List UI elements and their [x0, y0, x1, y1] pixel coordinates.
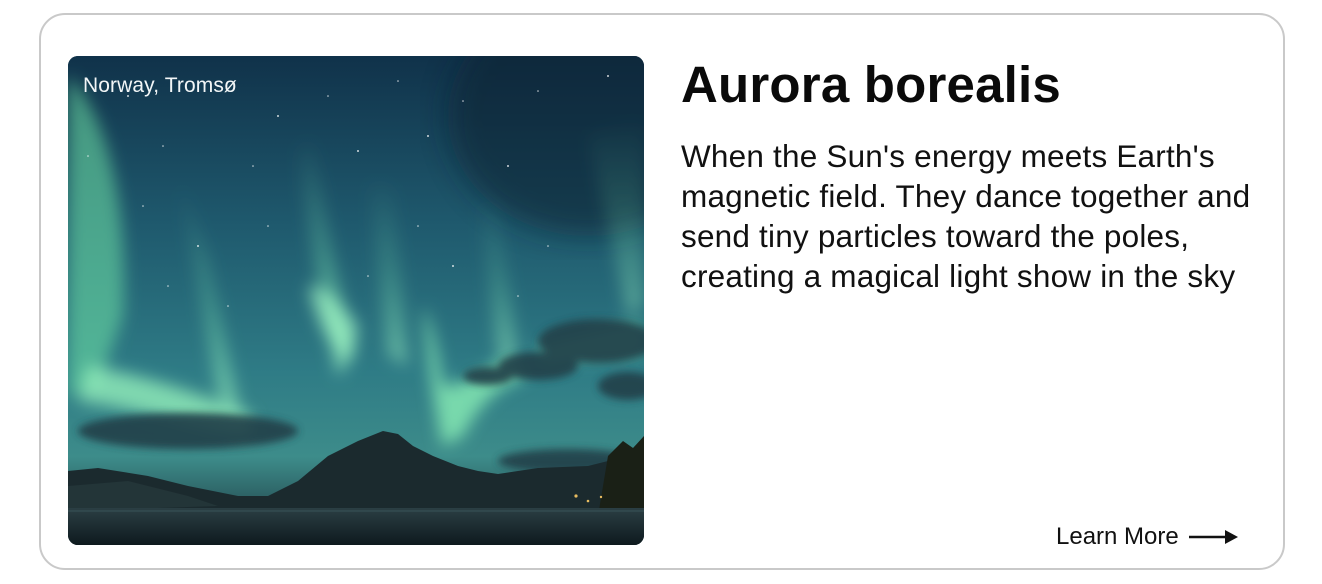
- aurora-card: Norway, Tromsø Aurora borealis When the …: [39, 13, 1285, 570]
- card-title: Aurora borealis: [681, 56, 1061, 113]
- learn-more-link[interactable]: Learn More: [1056, 523, 1239, 551]
- arrow-right-icon: [1188, 529, 1239, 545]
- aurora-photo: Norway, Tromsø: [68, 56, 644, 545]
- learn-more-label: Learn More: [1056, 523, 1179, 550]
- location-label: Norway, Tromsø: [83, 74, 237, 97]
- card-description: When the Sun's energy meets Earth's magn…: [681, 138, 1251, 294]
- aurora-illustration: [68, 56, 644, 545]
